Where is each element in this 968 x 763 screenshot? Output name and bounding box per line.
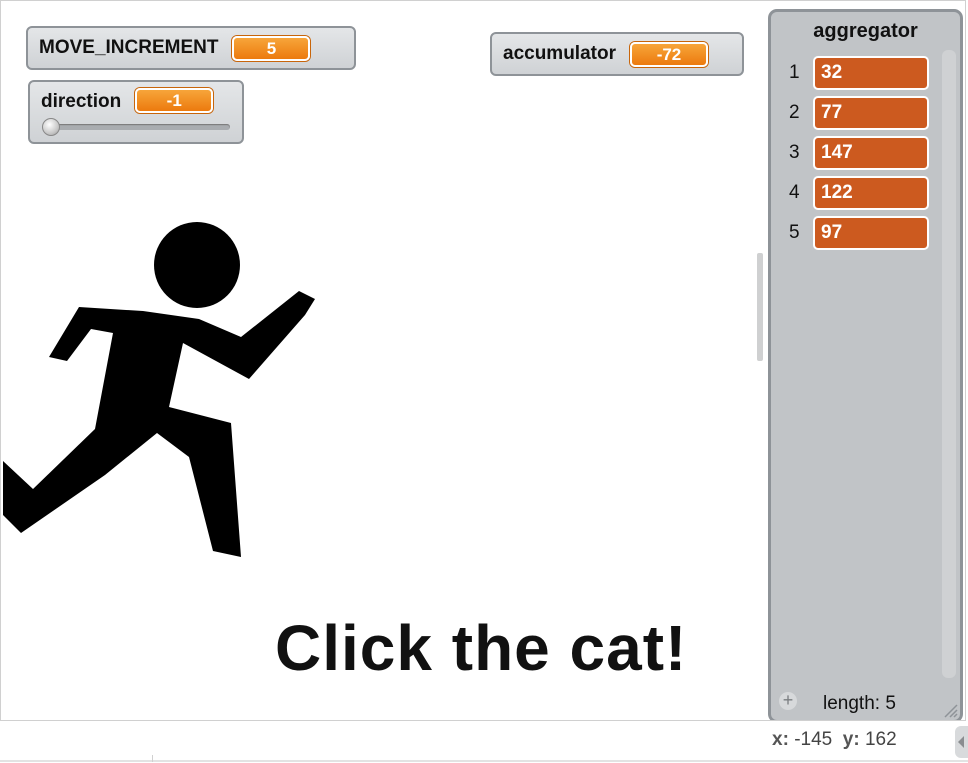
move-increment-label: MOVE_INCREMENT <box>39 37 219 58</box>
y-value: 162 <box>864 729 897 750</box>
list-scrollbar[interactable] <box>942 50 956 678</box>
list-length: length: 5 <box>823 693 896 714</box>
x-label: x: <box>772 729 789 750</box>
mouse-coordinates: x: -145 y: 162 <box>772 729 897 751</box>
bottom-divider-tick <box>152 755 153 762</box>
list-item-value[interactable]: 97 <box>813 216 929 250</box>
running-figure-sprite[interactable] <box>1 211 331 571</box>
list-item-value[interactable]: 147 <box>813 136 929 170</box>
move-increment-monitor: MOVE_INCREMENT 5 <box>26 26 356 70</box>
list-item-index: 1 <box>789 62 800 83</box>
direction-value: -1 <box>135 88 214 113</box>
direction-slider-knob[interactable] <box>42 118 60 136</box>
accumulator-value: -72 <box>629 41 708 67</box>
list-item: 1 32 <box>771 54 931 92</box>
click-the-cat-text: Click the cat! <box>275 612 688 684</box>
list-item: 4 122 <box>771 174 931 212</box>
list-item-value[interactable]: 32 <box>813 56 929 90</box>
list-title: aggregator <box>813 20 918 42</box>
list-item-index: 4 <box>789 182 800 203</box>
list-item-value[interactable]: 77 <box>813 96 929 130</box>
direction-slider-track[interactable] <box>44 124 230 130</box>
stage-scrollbar[interactable] <box>757 253 763 361</box>
list-item-value[interactable]: 122 <box>813 176 929 210</box>
figure-body <box>3 291 315 557</box>
accumulator-label: accumulator <box>503 43 616 64</box>
list-item: 5 97 <box>771 214 931 252</box>
move-increment-value: 5 <box>232 35 311 61</box>
direction-monitor: direction -1 <box>28 80 244 144</box>
stage[interactable]: MOVE_INCREMENT 5 accumulator -72 directi… <box>0 0 966 721</box>
list-item: 2 77 <box>771 94 931 132</box>
direction-label: direction <box>41 91 122 112</box>
resize-handle-icon[interactable] <box>942 702 958 718</box>
list-item-index: 2 <box>789 102 800 123</box>
list-item: 3 147 <box>771 134 931 172</box>
x-value: -145 <box>794 729 833 750</box>
chevron-left-icon <box>958 736 964 748</box>
collapse-arrow-button[interactable] <box>955 726 968 758</box>
list-item-index: 5 <box>789 222 800 243</box>
list-item-index: 3 <box>789 142 800 163</box>
add-item-button[interactable]: + <box>779 691 797 710</box>
list-footer: + length: 5 <box>771 686 960 720</box>
figure-head <box>154 222 240 308</box>
aggregator-list-monitor: aggregator 1 32 2 77 3 147 4 122 5 97 + … <box>768 9 963 720</box>
y-label: y: <box>842 729 860 750</box>
accumulator-monitor: accumulator -72 <box>490 32 744 76</box>
